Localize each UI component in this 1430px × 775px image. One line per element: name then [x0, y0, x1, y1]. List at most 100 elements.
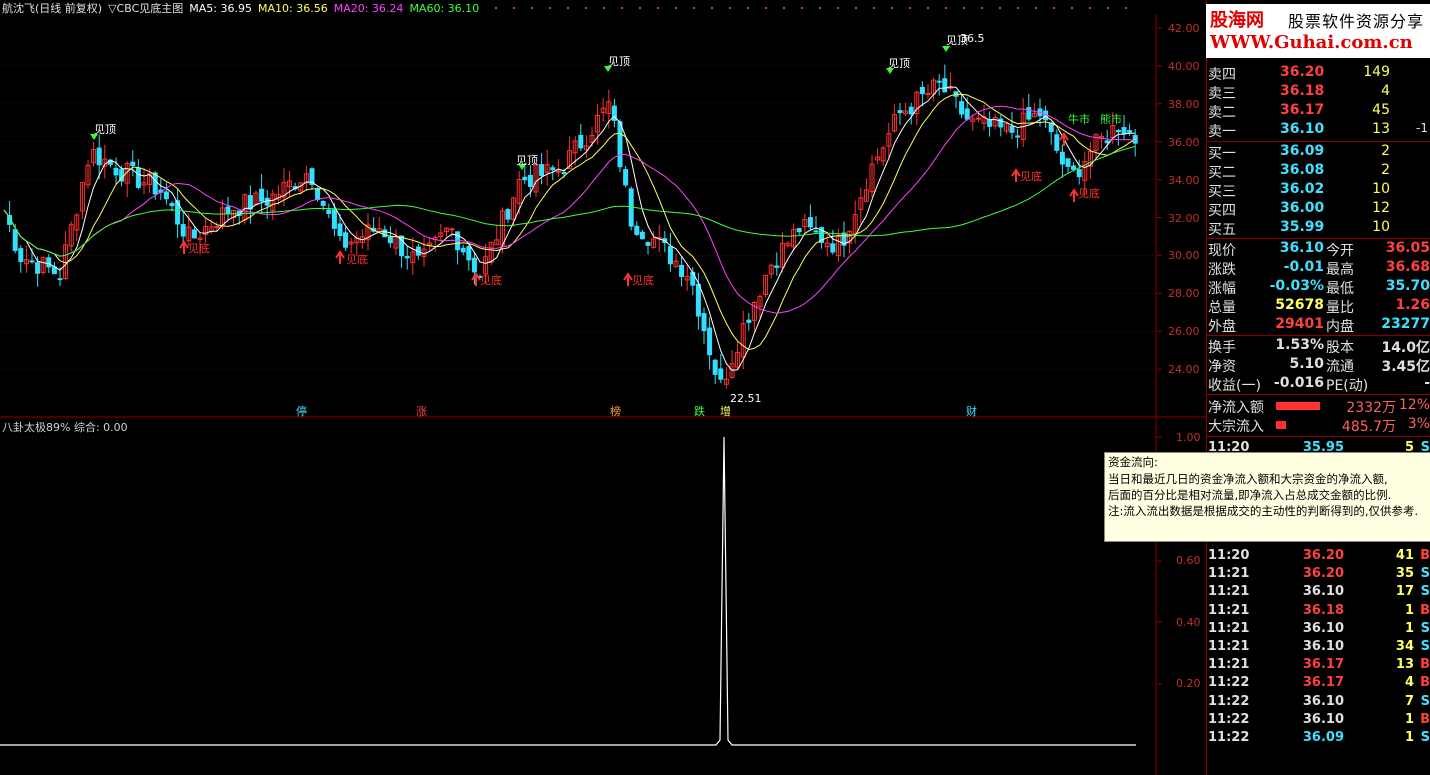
low-price-mark: 22.51 [730, 392, 762, 405]
signal-dot [1053, 7, 1055, 9]
kline-chart[interactable] [0, 0, 1206, 775]
event-marker[interactable]: 停 [296, 403, 307, 419]
candle-body [225, 206, 231, 214]
buy-arrow-icon [623, 272, 633, 286]
candle-body [29, 260, 35, 263]
candle-body [460, 247, 466, 253]
event-marker[interactable]: 涨 [416, 403, 427, 419]
candle-body [387, 236, 393, 244]
tooltip-title: 资金流向: [1108, 455, 1158, 469]
quote-row: 涨跌 -0.01 最高 36.68 [1208, 259, 1430, 278]
divider [1206, 238, 1430, 239]
candle-body [796, 228, 802, 233]
order-book-sell-row[interactable]: 卖二 36.17 45 [1208, 102, 1430, 121]
signal-dot [729, 7, 731, 9]
order-book-buy-row[interactable]: 买四 36.00 12 [1208, 200, 1430, 219]
fund-flow-row[interactable]: 净流入额 2332万 12% [1208, 397, 1430, 416]
indicator-name[interactable]: ▽CBC见底主图 [108, 2, 183, 15]
bottom-signal-label: 见底 [346, 253, 368, 266]
tick-price: 36.18 [1302, 602, 1344, 618]
candle-body [1065, 158, 1071, 167]
event-marker[interactable]: 跌 [694, 403, 705, 419]
candle-body [987, 119, 993, 127]
candle-body [18, 248, 24, 263]
tick-row[interactable]: 11:21 36.17 13 B [1208, 657, 1430, 675]
signal-dot [1071, 7, 1073, 9]
candle-body [1071, 165, 1077, 170]
bottom-signal-label: 见底 [1078, 187, 1100, 200]
candle-body [471, 257, 477, 273]
tooltip-line: 注:流入流出数据是根据成交的主动性的判断得到的,仅供参考. [1108, 504, 1419, 518]
bottom-signal-label: 见底 [480, 274, 502, 287]
signal-dot [531, 7, 533, 9]
tick-row[interactable]: 11:20 36.20 41 B [1208, 548, 1430, 566]
fund-flow-row[interactable]: 大宗流入 485.7万 3% [1208, 416, 1430, 435]
order-book-sell-row[interactable]: 卖一 36.10 13 -1 [1208, 121, 1430, 140]
candle-body [561, 171, 567, 174]
tick-row[interactable]: 11:21 36.10 1 S [1208, 621, 1430, 639]
sub-indicator-name[interactable]: 八卦太极89% [2, 421, 70, 434]
candle-body [617, 121, 623, 168]
candle-body [964, 108, 970, 120]
order-book-buy-row[interactable]: 买三 36.02 10 [1208, 181, 1430, 200]
tick-side: S [1420, 584, 1430, 600]
indicator-tick: 0.60 [1176, 554, 1201, 567]
order-book-buy-row[interactable]: 买五 35.99 10 [1208, 219, 1430, 238]
tick-side: B [1420, 675, 1430, 691]
candle-body [1104, 140, 1110, 144]
tick-price: 36.20 [1302, 566, 1344, 582]
order-book-sell-row[interactable]: 卖三 36.18 4 [1208, 83, 1430, 102]
tick-row[interactable]: 11:21 36.10 17 S [1208, 584, 1430, 602]
signal-dot [1125, 7, 1127, 9]
indicator-tick: 0.20 [1176, 677, 1201, 690]
tick-row[interactable]: 11:22 36.10 7 S [1208, 694, 1430, 712]
indicator-tick: 0.40 [1176, 616, 1201, 629]
candle-body [1127, 130, 1133, 133]
signal-dot [1035, 7, 1037, 9]
signal-dot [765, 7, 767, 9]
tick-price: 36.10 [1302, 711, 1344, 727]
signal-dot [819, 7, 821, 9]
candle-body [1132, 134, 1138, 144]
signal-dot [585, 7, 587, 9]
tick-row[interactable]: 11:22 36.17 4 B [1208, 675, 1430, 693]
event-marker[interactable]: 榜 [610, 403, 621, 419]
tick-volume: 41 [1395, 548, 1414, 563]
fundamental-row: 净资 5.10 流通 3.45亿 [1208, 356, 1430, 375]
kline-chart-area[interactable]: 航沈飞(日线 前复权) ▽CBC见底主图 MA5: 36.95 MA10: 36.56… [0, 0, 1206, 775]
candle-body [505, 209, 511, 220]
order-book-sell-row[interactable]: 卖四 36.20 149 [1208, 64, 1430, 83]
tick-price: 36.17 [1302, 657, 1344, 673]
order-book-buy-row[interactable]: 买二 36.08 2 [1208, 162, 1430, 181]
tick-volume: 7 [1404, 693, 1414, 709]
candle-body [746, 319, 752, 323]
tick-row[interactable]: 11:21 36.10 34 S [1208, 639, 1430, 657]
order-book-buy-row[interactable]: 买一 36.09 2 [1208, 143, 1430, 162]
candle-body [936, 80, 942, 83]
candle-body [337, 223, 343, 237]
candle-body [645, 242, 651, 246]
event-marker[interactable]: 财 [966, 403, 977, 419]
tick-row[interactable]: 11:21 36.18 1 B [1208, 603, 1430, 621]
fundamental-row: 收益(一) -0.016 PE(动) - [1208, 375, 1430, 394]
tick-row[interactable]: 11:22 36.10 1 B [1208, 712, 1430, 730]
signal-dot [657, 7, 659, 9]
tick-row[interactable]: 11:21 36.20 35 S [1208, 566, 1430, 584]
top-signal-label: 见顶 [516, 154, 538, 167]
candle-body [163, 191, 169, 200]
top-signal-label: 见顶 [888, 57, 910, 70]
tooltip-line: 后面的百分比是相对流量,即净流入占总成交金额的比例. [1108, 488, 1392, 502]
event-marker[interactable]: 增 [720, 403, 731, 419]
candle-body [315, 188, 321, 201]
ma20-value: MA20: 36.24 [333, 2, 404, 15]
ma60-value: MA60: 36.10 [409, 2, 480, 15]
tick-row[interactable]: 11:22 36.09 1 S [1208, 730, 1430, 748]
candle-body [813, 230, 819, 233]
price-tick: 40.00 [1168, 60, 1200, 73]
tick-volume: 1 [1404, 711, 1414, 727]
price-tick: 26.00 [1168, 325, 1200, 338]
candle-body [35, 262, 41, 274]
price-tick: 28.00 [1168, 287, 1200, 300]
tick-side: B [1420, 711, 1430, 727]
candle-body [169, 202, 175, 207]
